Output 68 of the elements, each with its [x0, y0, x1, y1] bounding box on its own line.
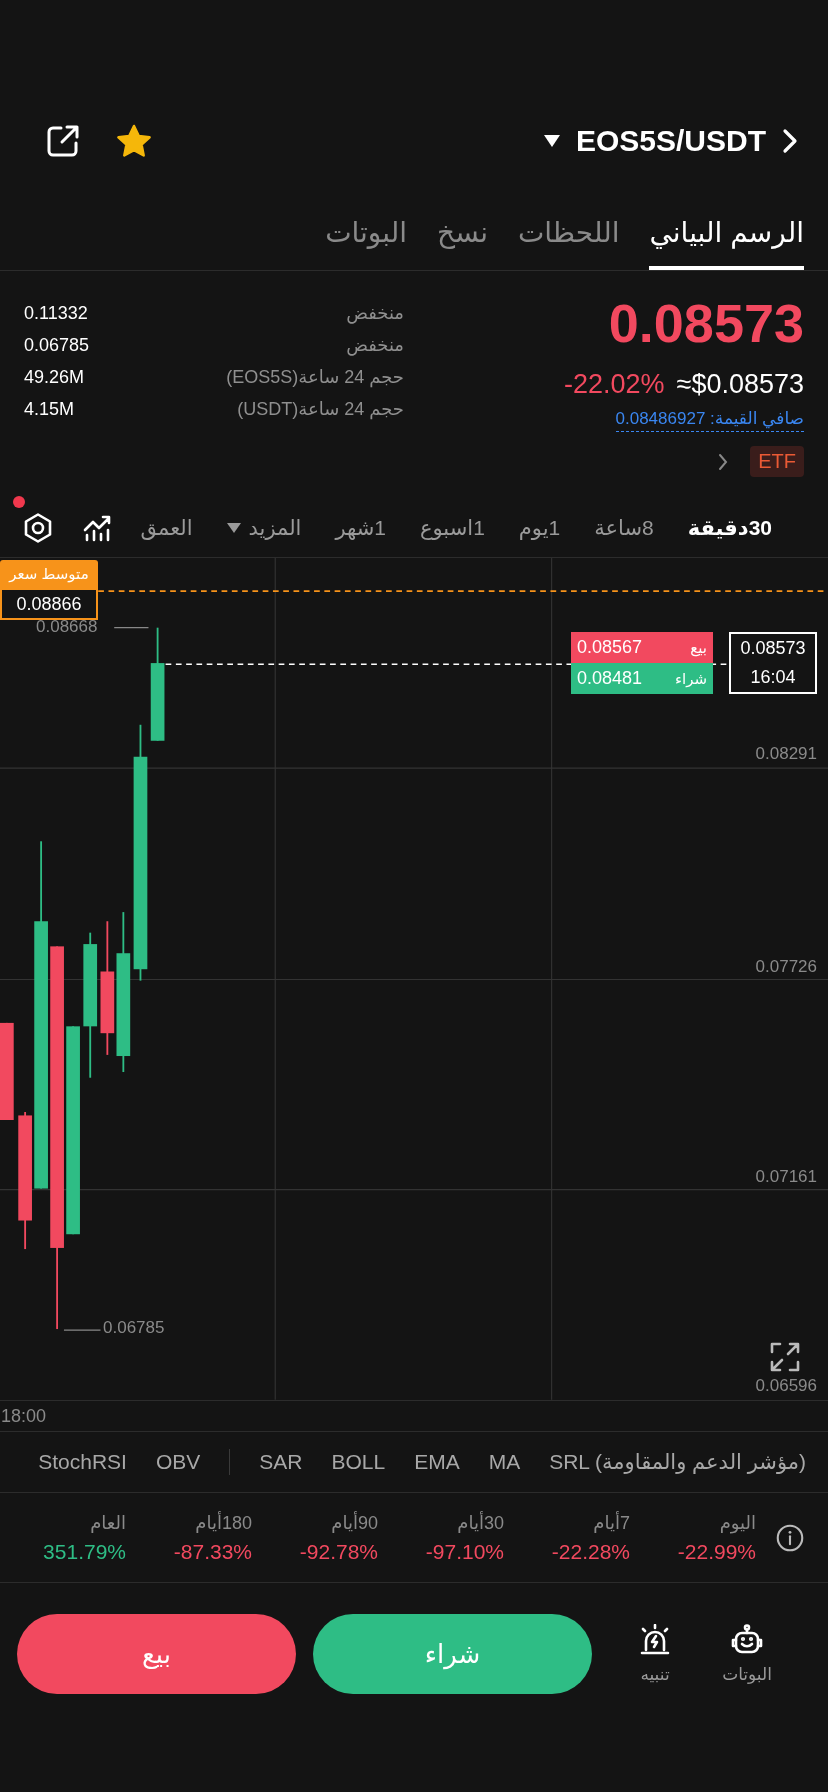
- indicator-tab[interactable]: OBV: [155, 1450, 201, 1474]
- indicator-tab[interactable]: BOLL: [331, 1450, 386, 1474]
- more-dropdown[interactable]: المزيد: [226, 515, 302, 540]
- timeframe-tab[interactable]: 1اسبوع: [419, 515, 485, 540]
- shortcut-button[interactable]: البوتات: [712, 1623, 782, 1685]
- period-label: العام: [90, 1511, 126, 1534]
- period-change: 351.79%: [43, 1539, 126, 1564]
- tab[interactable]: البوتات: [325, 200, 408, 270]
- price-change: -22.02%: [564, 368, 665, 401]
- leader-line: [113, 627, 150, 629]
- fullscreen-icon[interactable]: [770, 1342, 800, 1372]
- etf-badge: ETF: [750, 446, 804, 477]
- net-value-link[interactable]: صافي القيمة: 0.08486927: [615, 407, 804, 432]
- average-price-label: متوسط سعر: [0, 560, 98, 588]
- low-price-label: 0.06785: [103, 1318, 165, 1338]
- period-label: 180أيام: [195, 1511, 252, 1534]
- high-price-label: 0.08668: [36, 617, 98, 637]
- period-label: 7أيام: [593, 1511, 630, 1534]
- siren-icon: [638, 1623, 672, 1656]
- period-change: -87.33%: [173, 1539, 252, 1564]
- period-change: -22.28%: [551, 1539, 630, 1564]
- tab[interactable]: اللحظات: [517, 200, 620, 270]
- pair-title[interactable]: EOS5S/USDT: [575, 118, 766, 164]
- indicator-tab[interactable]: SRL (مؤشر الدعم والمقاومة): [549, 1450, 806, 1474]
- stat-value: 49.26M: [24, 366, 85, 389]
- stat-label: حجم 24 ساعة(USDT): [237, 398, 404, 422]
- stat-value: 4.15M: [24, 398, 75, 421]
- stat-label: حجم 24 ساعة(EOS5S): [226, 366, 404, 390]
- period-label: اليوم: [719, 1511, 756, 1534]
- caret-icon: [226, 522, 241, 533]
- last-price: 0.08573: [608, 292, 804, 355]
- tab[interactable]: نسخ: [437, 200, 488, 270]
- stat-value: 0.06785: [24, 334, 90, 357]
- period-label: 90أيام: [331, 1511, 378, 1534]
- timeframe-tab[interactable]: 1شهر: [335, 515, 386, 540]
- period-change: -92.78%: [299, 1539, 378, 1564]
- star-icon[interactable]: [116, 124, 152, 158]
- indicator-tab[interactable]: StochRSI: [38, 1450, 127, 1474]
- average-price-value: 0.08866: [0, 588, 98, 620]
- period-change: -22.99%: [677, 1539, 756, 1564]
- axis-label: 0.07726: [755, 957, 817, 977]
- axis-label: 0.07161: [755, 1167, 817, 1187]
- robot-icon: [730, 1623, 764, 1656]
- time-axis-label: 18:00: [0, 1401, 828, 1432]
- countdown: 16:04: [749, 666, 797, 689]
- stat-label: منخفض: [346, 302, 404, 326]
- axis-label: 0.08291: [755, 744, 817, 764]
- timeframe-tab[interactable]: 8ساعة: [594, 515, 654, 540]
- price-value: 0.08573: [739, 637, 807, 660]
- timeframe-tab[interactable]: العمق: [140, 515, 193, 540]
- share-icon[interactable]: [46, 124, 80, 158]
- indicator-tab[interactable]: EMA: [414, 1450, 460, 1474]
- period-change: -97.10%: [425, 1539, 504, 1564]
- timeframe-tab[interactable]: 30دقيقة: [687, 515, 772, 540]
- sell-button[interactable]: بيع: [17, 1614, 296, 1694]
- indicator-tab[interactable]: SAR: [259, 1450, 303, 1474]
- settings-icon[interactable]: [22, 511, 54, 544]
- usd-price: ≈$0.08573: [676, 368, 804, 401]
- leader-line: [63, 1329, 102, 1331]
- caret-icon[interactable]: [543, 135, 560, 147]
- stat-label: منخفض: [346, 334, 404, 358]
- tab[interactable]: الرسم البياني: [649, 200, 804, 270]
- stat-value: 0.11332: [24, 302, 88, 325]
- period-label: 30أيام: [457, 1511, 504, 1534]
- timeframe-tab[interactable]: 1يوم: [518, 515, 561, 540]
- shortcut-button[interactable]: تنبيه: [620, 1623, 690, 1685]
- indicator-tab[interactable]: MA: [488, 1450, 521, 1474]
- axis-label: 0.06596: [755, 1376, 817, 1396]
